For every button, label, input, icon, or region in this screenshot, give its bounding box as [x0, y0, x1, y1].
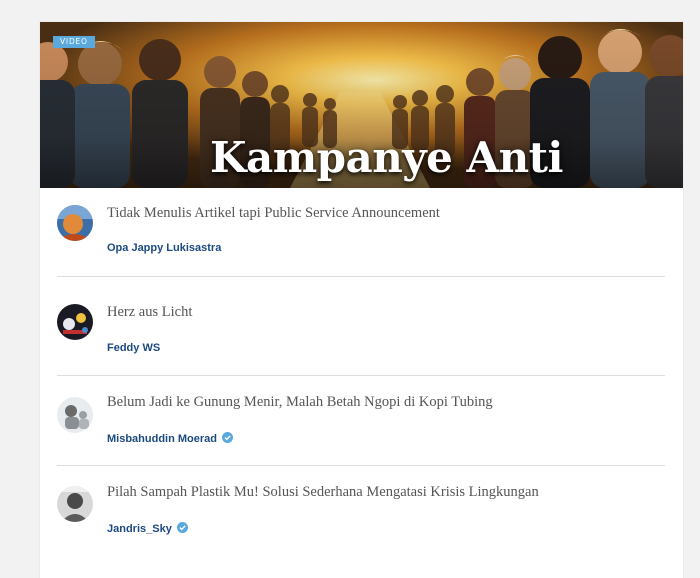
divider [57, 465, 665, 466]
author-label[interactable]: Misbahuddin Moerad [107, 433, 217, 445]
list-item: Pilah Sampah Plastik Mu! Solusi Sederhan… [57, 483, 665, 536]
author-label[interactable]: Jandris_Sky [107, 523, 172, 535]
hero-title[interactable]: Kampanye Anti [40, 134, 683, 182]
video-badge: VIDEO [53, 36, 95, 48]
list-item: Tidak Menulis Artikel tapi Public Servic… [57, 204, 665, 254]
author-name[interactable]: Jandris_Sky [107, 522, 188, 536]
article-title[interactable]: Pilah Sampah Plastik Mu! Solusi Sederhan… [107, 483, 657, 501]
list-item: Herz aus Licht Feddy WS [57, 303, 665, 355]
author-name[interactable]: Opa Jappy Lukisastra [107, 241, 221, 255]
article-title[interactable]: Belum Jadi ke Gunung Menir, Malah Betah … [107, 393, 657, 411]
avatar[interactable] [57, 304, 93, 340]
article-list-card: VIDEO Kampanye Anti Tidak Menulis Artike… [40, 22, 683, 578]
avatar-image [57, 205, 93, 241]
avatar-image [57, 304, 93, 340]
avatar-image [57, 486, 93, 522]
avatar-image [57, 397, 93, 433]
author-label[interactable]: Feddy WS [107, 342, 160, 354]
avatar[interactable] [57, 205, 93, 241]
divider [57, 375, 665, 376]
video-hero[interactable]: VIDEO Kampanye Anti [40, 22, 683, 188]
avatar[interactable] [57, 397, 93, 433]
verified-icon [222, 432, 233, 443]
author-label[interactable]: Opa Jappy Lukisastra [107, 242, 221, 254]
list-item: Belum Jadi ke Gunung Menir, Malah Betah … [57, 393, 665, 446]
verified-icon [176, 522, 188, 533]
article-title[interactable]: Tidak Menulis Artikel tapi Public Servic… [107, 204, 657, 222]
divider [57, 276, 665, 277]
author-name[interactable]: Feddy WS [107, 341, 160, 355]
avatar[interactable] [57, 486, 93, 522]
author-name[interactable]: Misbahuddin Moerad [107, 432, 233, 446]
article-title[interactable]: Herz aus Licht [107, 303, 657, 321]
